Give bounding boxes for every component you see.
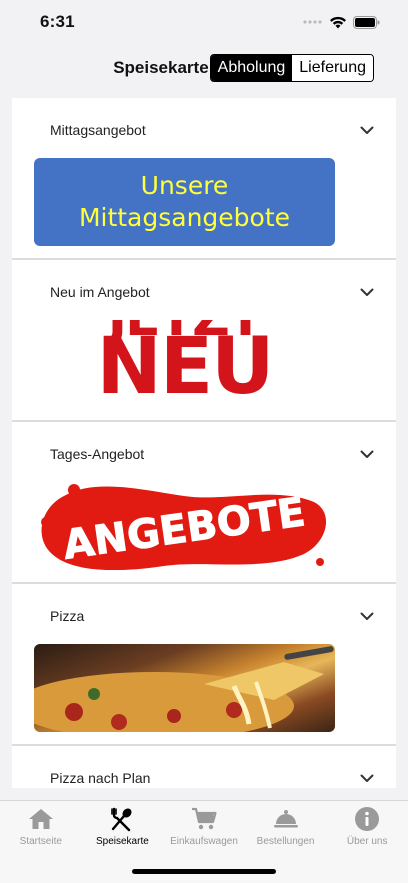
category-banner-image[interactable] bbox=[34, 644, 335, 732]
tab-label: Speisekarte bbox=[95, 836, 149, 847]
category-name: Mittagsangebot bbox=[50, 122, 146, 138]
banner-text-top: JETZT bbox=[34, 320, 335, 344]
navigation-header: Speisekarte Abholung Lieferung bbox=[0, 48, 408, 88]
banner-text-line-1: Unsere bbox=[140, 171, 229, 200]
category-name: Pizza bbox=[50, 608, 85, 624]
red-splash-graphic: ANGEBOTE bbox=[41, 484, 326, 570]
category-neu-im-angebot[interactable]: Neu im Angebot JETZT NEU bbox=[12, 260, 396, 422]
category-banner-image[interactable]: JETZT NEU bbox=[34, 320, 335, 408]
cellular-signal-icon bbox=[303, 18, 323, 26]
status-icons bbox=[303, 15, 380, 29]
cutlery-icon bbox=[108, 805, 136, 833]
tab-ueber-uns[interactable]: Über uns bbox=[326, 801, 408, 883]
category-mittagsangebot[interactable]: Mittagsangebot Unsere Mittagsangebote bbox=[12, 98, 396, 260]
tab-label: Über uns bbox=[346, 836, 388, 847]
page-title: Speisekarte bbox=[113, 58, 209, 77]
chevron-down-icon[interactable] bbox=[360, 446, 374, 464]
category-name: Pizza nach Plan bbox=[50, 770, 151, 786]
cloche-icon bbox=[272, 805, 300, 833]
order-mode-segmented-control: Abholung Lieferung bbox=[209, 54, 374, 82]
battery-icon bbox=[353, 15, 380, 29]
chevron-down-icon[interactable] bbox=[360, 770, 374, 788]
chevron-down-icon[interactable] bbox=[360, 122, 374, 140]
banner-text-line-2: Mittagsangebote bbox=[78, 203, 291, 232]
status-bar: 6:31 bbox=[0, 0, 408, 44]
info-icon bbox=[353, 805, 381, 833]
home-indicator[interactable] bbox=[132, 869, 276, 874]
menu-category-list[interactable]: Mittagsangebot Unsere Mittagsangebote Ne… bbox=[12, 98, 396, 788]
category-pizza[interactable]: Pizza bbox=[12, 584, 396, 746]
category-tages-angebot[interactable]: Tages-Angebot ANGEBOTE bbox=[12, 422, 396, 584]
segment-abholung[interactable]: Abholung bbox=[210, 55, 293, 81]
wifi-icon bbox=[329, 16, 347, 29]
tab-startseite[interactable]: Startseite bbox=[0, 801, 82, 883]
chevron-down-icon[interactable] bbox=[360, 608, 374, 626]
home-icon bbox=[27, 805, 55, 833]
cart-icon bbox=[190, 805, 218, 833]
tab-label: Bestellungen bbox=[256, 836, 315, 847]
tab-label: Startseite bbox=[19, 836, 62, 847]
category-pizza-nach-plan[interactable]: Pizza nach Plan bbox=[12, 746, 396, 788]
category-banner-image[interactable]: Unsere Mittagsangebote bbox=[34, 158, 335, 246]
status-time: 6:31 bbox=[40, 12, 75, 31]
category-name: Neu im Angebot bbox=[50, 284, 150, 300]
chevron-down-icon[interactable] bbox=[360, 284, 374, 302]
category-name: Tages-Angebot bbox=[50, 446, 145, 462]
segment-lieferung[interactable]: Lieferung bbox=[292, 55, 373, 81]
category-banner-image[interactable]: ANGEBOTE bbox=[34, 482, 335, 570]
tab-label: Einkaufswagen bbox=[170, 836, 238, 847]
pizza-photo bbox=[34, 646, 334, 732]
